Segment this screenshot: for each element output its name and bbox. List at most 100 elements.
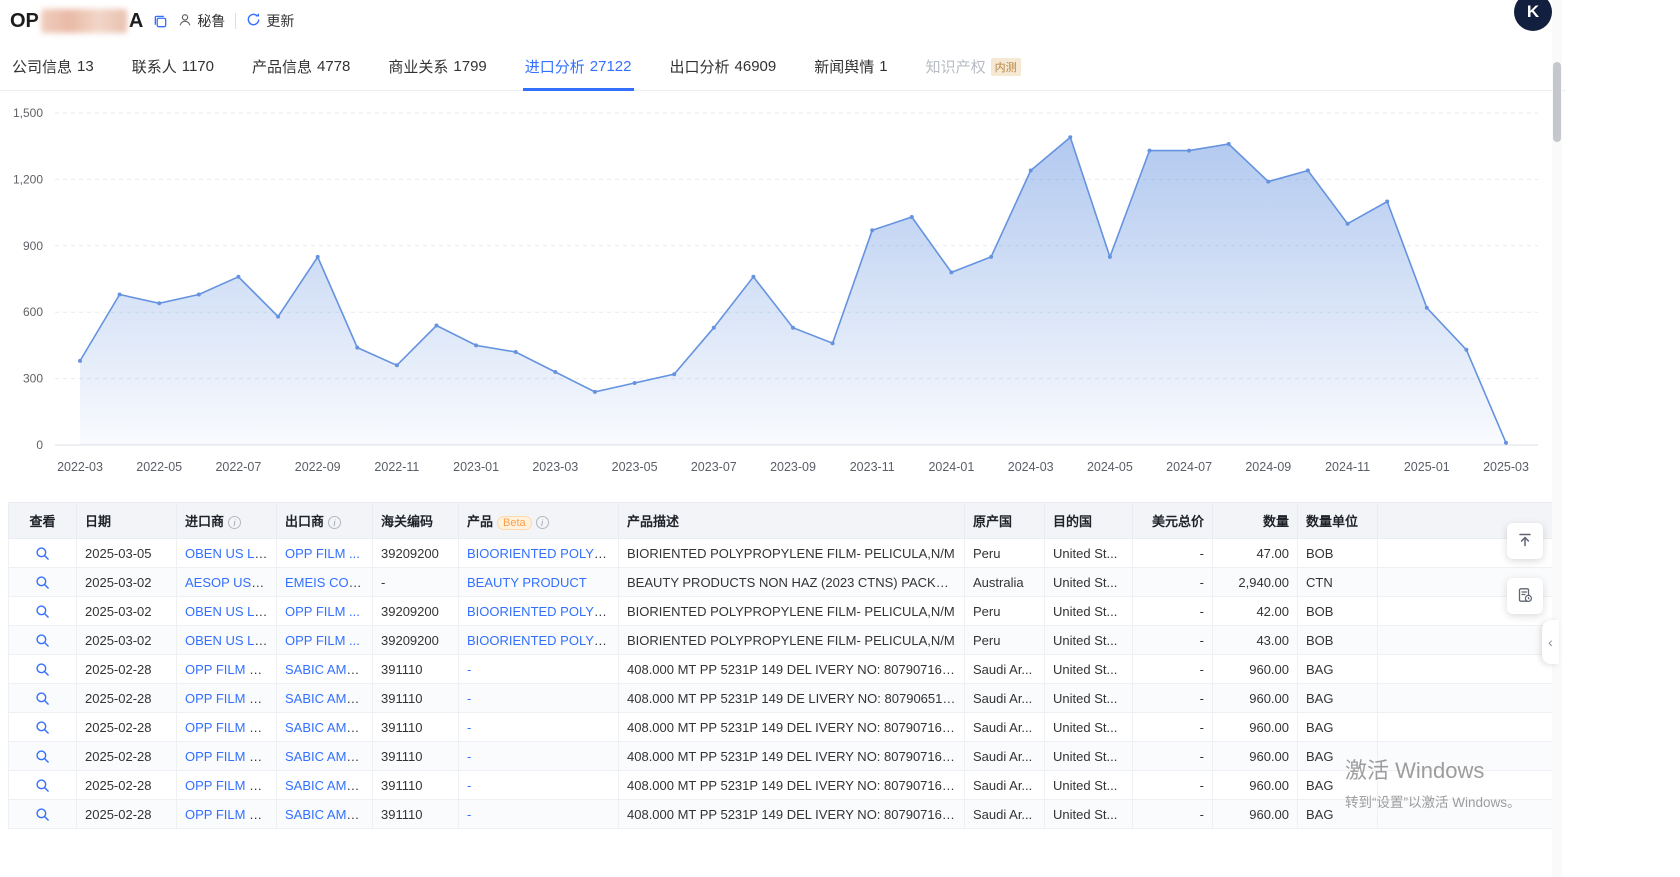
- cell-product[interactable]: -: [467, 691, 471, 706]
- cell-exporter[interactable]: OPP FILM ...: [285, 604, 360, 619]
- cell-importer[interactable]: OBEN US LLC: [185, 633, 271, 648]
- cell-product[interactable]: -: [467, 720, 471, 735]
- view-detail-button[interactable]: [35, 749, 50, 764]
- tab-import-analysis[interactable]: 进口分析27122: [523, 42, 634, 91]
- view-detail-button[interactable]: [35, 546, 50, 561]
- cell-product[interactable]: BIOORIENTED POLYPR...: [467, 604, 619, 619]
- cell-importer[interactable]: OPP FILM E...: [185, 807, 269, 822]
- cell-dest: United St...: [1053, 633, 1117, 648]
- table-row: 2025-02-28OPP FILM E...SABIC AME...39111…: [9, 800, 1553, 829]
- view-detail-button[interactable]: [35, 575, 50, 590]
- info-icon[interactable]: i: [328, 516, 341, 529]
- tab-product-info[interactable]: 产品信息4778: [250, 42, 352, 91]
- view-detail-button[interactable]: [35, 662, 50, 677]
- tab-business-relations[interactable]: 商业关系1799: [386, 42, 488, 91]
- cell-filler: [1378, 626, 1553, 655]
- cell-origin: Saudi Ar...: [973, 720, 1032, 735]
- cell-product[interactable]: -: [467, 807, 471, 822]
- cell-usd: -: [1200, 720, 1204, 735]
- cell-product[interactable]: BIOORIENTED POLYPR...: [467, 546, 619, 561]
- column-label: 产品描述: [627, 514, 679, 529]
- cell-date: 2025-02-28: [85, 720, 152, 735]
- cell-importer[interactable]: OPP FILM E...: [185, 662, 269, 677]
- tab-intellectual-property[interactable]: 知识产权内测: [924, 42, 1023, 91]
- tab-contacts[interactable]: 联系人1170: [130, 42, 216, 91]
- svg-text:2022-03: 2022-03: [57, 460, 103, 474]
- svg-text:300: 300: [23, 372, 43, 386]
- tab-count: 1: [879, 58, 887, 75]
- column-header-exporter: 出口商i: [277, 503, 373, 539]
- cell-exporter[interactable]: SABIC AME...: [285, 691, 366, 706]
- scrollbar[interactable]: [1552, 0, 1562, 877]
- cell-importer[interactable]: OPP FILM E...: [185, 749, 269, 764]
- cell-dest: United St...: [1053, 749, 1117, 764]
- scrollbar-thumb[interactable]: [1553, 62, 1561, 142]
- cell-importer[interactable]: OBEN US LLC: [185, 546, 271, 561]
- view-detail-button[interactable]: [35, 778, 50, 793]
- cell-importer[interactable]: OPP FILM E...: [185, 691, 269, 706]
- tab-export-analysis[interactable]: 出口分析46909: [668, 42, 779, 91]
- cell-exporter[interactable]: EMEIS COS...: [285, 575, 368, 590]
- cell-desc: BIORIENTED POLYPROPYLENE FILM- PELICULA,…: [627, 604, 955, 619]
- cell-hs: 391110: [381, 807, 422, 822]
- cell-exporter[interactable]: OPP FILM ...: [285, 633, 360, 648]
- internal-test-badge: 内测: [991, 58, 1021, 76]
- cell-exporter[interactable]: SABIC AME...: [285, 807, 366, 822]
- tab-company-info[interactable]: 公司信息13: [10, 42, 96, 91]
- cell-exporter[interactable]: SABIC AME...: [285, 778, 366, 793]
- copy-icon[interactable]: [153, 14, 168, 29]
- cell-exporter[interactable]: SABIC AME...: [285, 662, 366, 677]
- cell-exporter[interactable]: OPP FILM ...: [285, 546, 360, 561]
- cell-importer[interactable]: AESOP USA ...: [185, 575, 274, 590]
- tab-label: 进口分析: [525, 56, 585, 77]
- cell-origin: Saudi Ar...: [973, 662, 1032, 677]
- info-icon[interactable]: i: [536, 516, 549, 529]
- cell-dest: United St...: [1053, 691, 1117, 706]
- country-indicator[interactable]: 秘鲁: [178, 11, 225, 31]
- info-icon[interactable]: i: [228, 516, 241, 529]
- view-detail-button[interactable]: [35, 691, 50, 706]
- cell-dest: United St...: [1053, 604, 1117, 619]
- cell-qty: 960.00: [1249, 720, 1289, 735]
- cell-product[interactable]: BIOORIENTED POLYPR...: [467, 633, 619, 648]
- table-row: 2025-03-02OBEN US LLCOPP FILM ...3920920…: [9, 597, 1553, 626]
- svg-text:2025-01: 2025-01: [1404, 460, 1450, 474]
- column-label: 数量单位: [1306, 514, 1358, 529]
- cell-desc: 408.000 MT PP 5231P 149 DEL IVERY NO: 80…: [627, 662, 964, 677]
- column-label: 查看: [29, 514, 55, 529]
- column-header-hs: 海关编码: [373, 503, 459, 539]
- cell-exporter[interactable]: SABIC AME...: [285, 749, 366, 764]
- view-detail-button[interactable]: [35, 720, 50, 735]
- cell-qty: 960.00: [1249, 807, 1289, 822]
- cell-product[interactable]: BEAUTY PRODUCT: [467, 575, 587, 590]
- collapse-panel-handle[interactable]: ‹: [1542, 620, 1559, 664]
- tab-news-sentiment[interactable]: 新闻舆情1: [812, 42, 889, 91]
- report-button[interactable]: [1507, 578, 1543, 614]
- cell-product[interactable]: -: [467, 749, 471, 764]
- cell-exporter[interactable]: SABIC AME...: [285, 720, 366, 735]
- tab-bar: 公司信息13 联系人1170 产品信息4778 商业关系1799 进口分析27122 出口…: [0, 42, 1565, 91]
- cell-date: 2025-02-28: [85, 749, 152, 764]
- column-label: 海关编码: [381, 514, 433, 529]
- company-name-suffix: A: [129, 10, 143, 33]
- cell-product[interactable]: -: [467, 662, 471, 677]
- import-trend-chart[interactable]: 03006009001,2001,5002022-032022-052022-0…: [0, 95, 1545, 490]
- column-header-usd: 美元总价: [1133, 503, 1213, 539]
- cell-date: 2025-02-28: [85, 662, 152, 677]
- cell-unit: BAG: [1306, 662, 1333, 677]
- cell-importer[interactable]: OPP FILM E...: [185, 720, 269, 735]
- svg-text:2023-07: 2023-07: [691, 460, 737, 474]
- svg-text:2024-01: 2024-01: [928, 460, 974, 474]
- table-row: 2025-03-02AESOP USA ...EMEIS COS...-BEAU…: [9, 568, 1553, 597]
- view-detail-button[interactable]: [35, 633, 50, 648]
- cell-importer[interactable]: OBEN US LLC: [185, 604, 271, 619]
- view-detail-button[interactable]: [35, 807, 50, 822]
- update-button[interactable]: 更新: [246, 11, 294, 31]
- cell-product[interactable]: -: [467, 778, 471, 793]
- cell-filler: [1378, 713, 1553, 742]
- view-detail-button[interactable]: [35, 604, 50, 619]
- back-to-top-button[interactable]: [1507, 523, 1543, 559]
- cell-importer[interactable]: OPP FILM E...: [185, 778, 269, 793]
- cell-unit: BAG: [1306, 720, 1333, 735]
- cell-unit: CTN: [1306, 575, 1333, 590]
